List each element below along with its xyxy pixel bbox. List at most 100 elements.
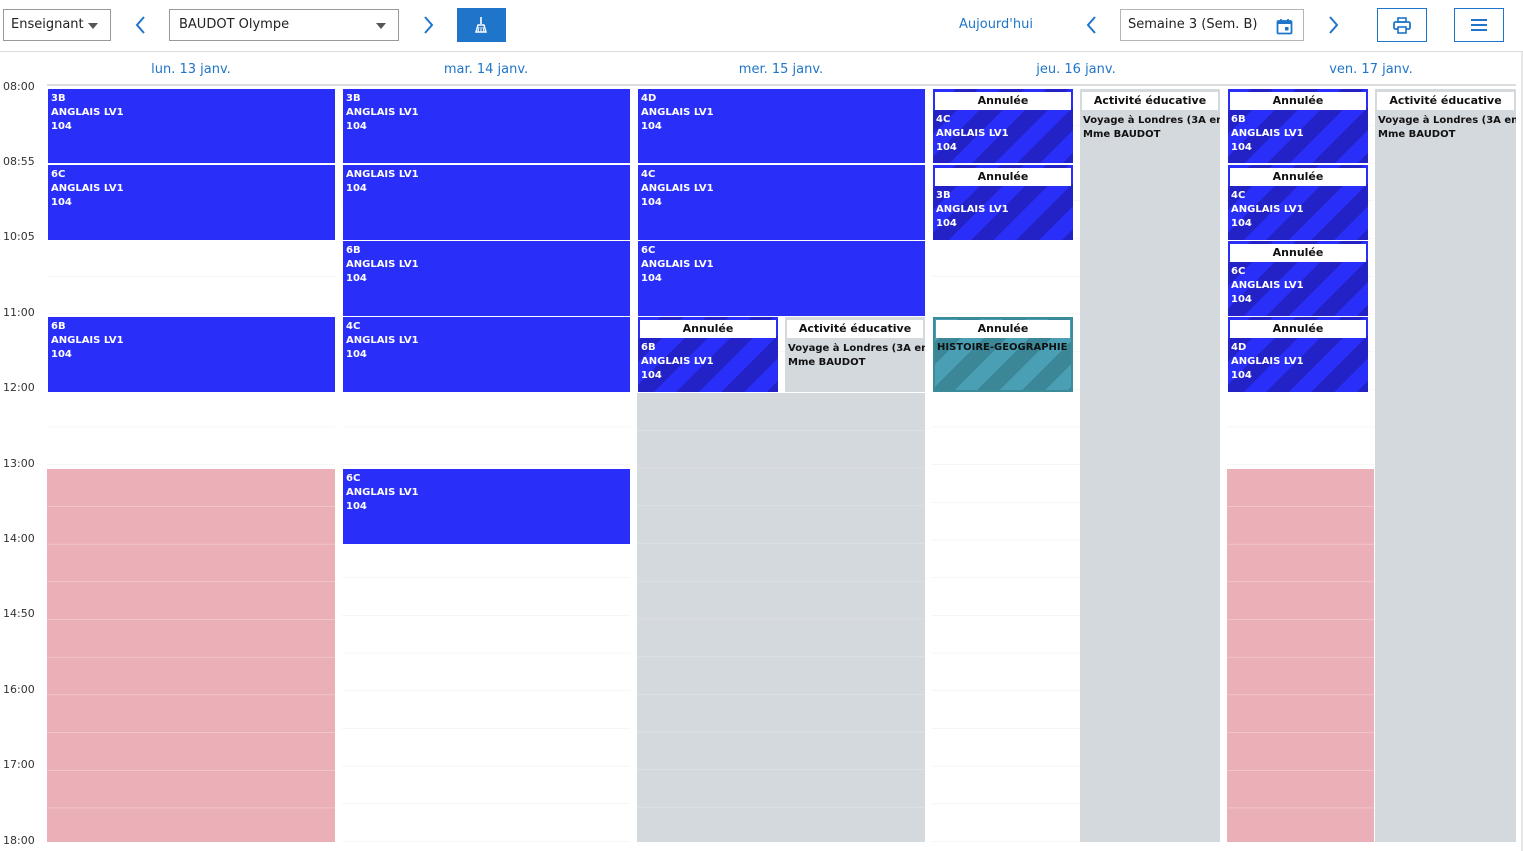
course-block[interactable]: 4D ANGLAIS LV1 104 [638, 89, 925, 163]
course-class: 6C [1231, 266, 1246, 277]
course-room: 104 [641, 121, 662, 132]
cancelled-course-block[interactable]: Annulée HISTOIRE-GEOGRAPHIE [933, 317, 1073, 392]
cancelled-course-block[interactable]: Annulée 4C ANGLAIS LV1 104 [1228, 165, 1368, 240]
activity-title: Voyage à Londres (3A en [788, 343, 925, 354]
chevron-down-icon [88, 23, 98, 29]
print-button[interactable] [1377, 8, 1427, 42]
header-divider [47, 84, 1516, 86]
calendar-icon[interactable] [1276, 17, 1293, 47]
course-room: 104 [641, 370, 662, 381]
next-teacher-button[interactable] [417, 14, 439, 36]
hour-label: 16:00 [3, 683, 35, 696]
cancelled-badge: Annulée [936, 320, 1070, 338]
cancelled-course-block[interactable]: Annulée 6C ANGLAIS LV1 104 [1228, 241, 1368, 316]
hour-label: 08:00 [3, 80, 35, 93]
course-subject: ANGLAIS LV1 [346, 259, 419, 270]
course-subject: ANGLAIS LV1 [346, 335, 419, 346]
printer-icon [1393, 17, 1411, 34]
day-header-tuesday: mar. 14 janv. [443, 62, 529, 77]
course-class: 3B [936, 190, 951, 201]
course-block[interactable]: 4C ANGLAIS LV1 104 [343, 317, 630, 392]
course-room: 104 [346, 273, 367, 284]
course-room: 104 [346, 121, 367, 132]
menu-button[interactable] [1454, 8, 1504, 42]
activity-block[interactable]: Activité éducative Voyage à Londres (3A … [1080, 89, 1220, 842]
course-block[interactable]: 4C ANGLAIS LV1 104 [638, 165, 925, 240]
today-link[interactable]: Aujourd'hui [959, 17, 1033, 32]
activity-badge: Activité éducative [787, 320, 923, 338]
course-class: 4D [641, 93, 657, 104]
hamburger-menu-icon [1471, 19, 1487, 31]
course-subject: ANGLAIS LV1 [936, 204, 1009, 215]
week-select[interactable]: Semaine 3 (Sem. B) [1120, 9, 1304, 41]
hour-label: 11:00 [3, 306, 35, 319]
course-block[interactable]: 3B ANGLAIS LV1 104 [343, 89, 630, 163]
course-room: 104 [346, 183, 367, 194]
course-block[interactable]: 6B ANGLAIS LV1 104 [343, 241, 630, 316]
course-block[interactable]: 6B ANGLAIS LV1 104 [48, 317, 335, 392]
week-select-value: Semaine 3 (Sem. B) [1128, 17, 1258, 32]
course-class: 6C [346, 473, 361, 484]
cancelled-badge: Annulée [1230, 244, 1366, 262]
course-room: 104 [1231, 218, 1252, 229]
course-class: 4C [641, 169, 656, 180]
course-class: 6B [1231, 114, 1246, 125]
cancelled-course-block[interactable]: Annulée 4C ANGLAIS LV1 104 [933, 89, 1073, 163]
activity-teacher: Mme BAUDOT [788, 357, 866, 368]
cancelled-badge: Annulée [935, 168, 1071, 186]
course-class: 4C [346, 321, 361, 332]
cancelled-course-block[interactable]: Annulée 3B ANGLAIS LV1 104 [933, 165, 1073, 240]
role-select[interactable]: Enseignant [3, 9, 111, 41]
hour-label: 10:05 [3, 230, 35, 243]
course-block[interactable]: 6C ANGLAIS LV1 104 [48, 165, 335, 240]
activity-title: Voyage à Londres (3A en [1083, 115, 1220, 126]
course-subject: ANGLAIS LV1 [346, 487, 419, 498]
broom-button[interactable] [457, 8, 506, 42]
course-block[interactable]: 3B ANGLAIS LV1 104 [48, 89, 335, 163]
activity-block[interactable]: Activité éducative Voyage à Londres (3A … [785, 317, 925, 392]
activity-title: Voyage à Londres (3A en [1378, 115, 1516, 126]
course-subject: ANGLAIS LV1 [641, 183, 714, 194]
course-room: 104 [936, 142, 957, 153]
course-subject: ANGLAIS LV1 [51, 107, 124, 118]
course-class: 6B [641, 342, 656, 353]
course-class: 4C [936, 114, 951, 125]
course-room: 104 [346, 501, 367, 512]
course-block[interactable]: ANGLAIS LV1 104 [343, 165, 630, 240]
prev-teacher-button[interactable] [130, 14, 152, 36]
broom-icon [475, 17, 487, 33]
course-block[interactable]: 6C ANGLAIS LV1 104 [638, 241, 925, 316]
hour-label: 08:55 [3, 155, 35, 168]
course-subject: ANGLAIS LV1 [51, 335, 124, 346]
course-subject: ANGLAIS LV1 [641, 107, 714, 118]
next-week-button[interactable] [1322, 14, 1344, 36]
course-room: 104 [936, 218, 957, 229]
activity-teacher: Mme BAUDOT [1083, 129, 1161, 140]
absence-block [47, 469, 335, 842]
cancelled-course-block[interactable]: Annulée 6B ANGLAIS LV1 104 [1228, 89, 1368, 163]
course-room: 104 [641, 273, 662, 284]
course-room: 104 [641, 197, 662, 208]
cancelled-course-block[interactable]: Annulée 6B ANGLAIS LV1 104 [638, 317, 778, 392]
teacher-select[interactable]: BAUDOT Olympe [169, 9, 399, 41]
course-subject: ANGLAIS LV1 [1231, 280, 1304, 291]
teacher-select-value: BAUDOT Olympe [179, 17, 290, 32]
course-room: 104 [1231, 370, 1252, 381]
chevron-left-icon [135, 16, 145, 34]
course-room: 104 [1231, 294, 1252, 305]
cancelled-badge: Annulée [640, 320, 776, 338]
hour-label: 14:00 [3, 532, 35, 545]
hour-label: 18:00 [3, 834, 35, 847]
chevron-right-icon [424, 16, 434, 34]
toolbar: Enseignant BAUDOT Olympe Aujourd'hui Sem… [0, 0, 1523, 52]
activity-block[interactable]: Activité éducative Voyage à Londres (3A … [1375, 89, 1516, 842]
cancelled-course-block[interactable]: Annulée 4D ANGLAIS LV1 104 [1228, 317, 1368, 392]
course-class: 4D [1231, 342, 1247, 353]
chevron-right-icon [1329, 16, 1339, 34]
course-subject: ANGLAIS LV1 [346, 169, 419, 180]
course-block[interactable]: 6C ANGLAIS LV1 104 [343, 469, 630, 544]
course-room: 104 [1231, 142, 1252, 153]
course-subject: ANGLAIS LV1 [1231, 356, 1304, 367]
prev-week-button[interactable] [1081, 14, 1103, 36]
cancelled-badge: Annulée [1230, 92, 1366, 110]
